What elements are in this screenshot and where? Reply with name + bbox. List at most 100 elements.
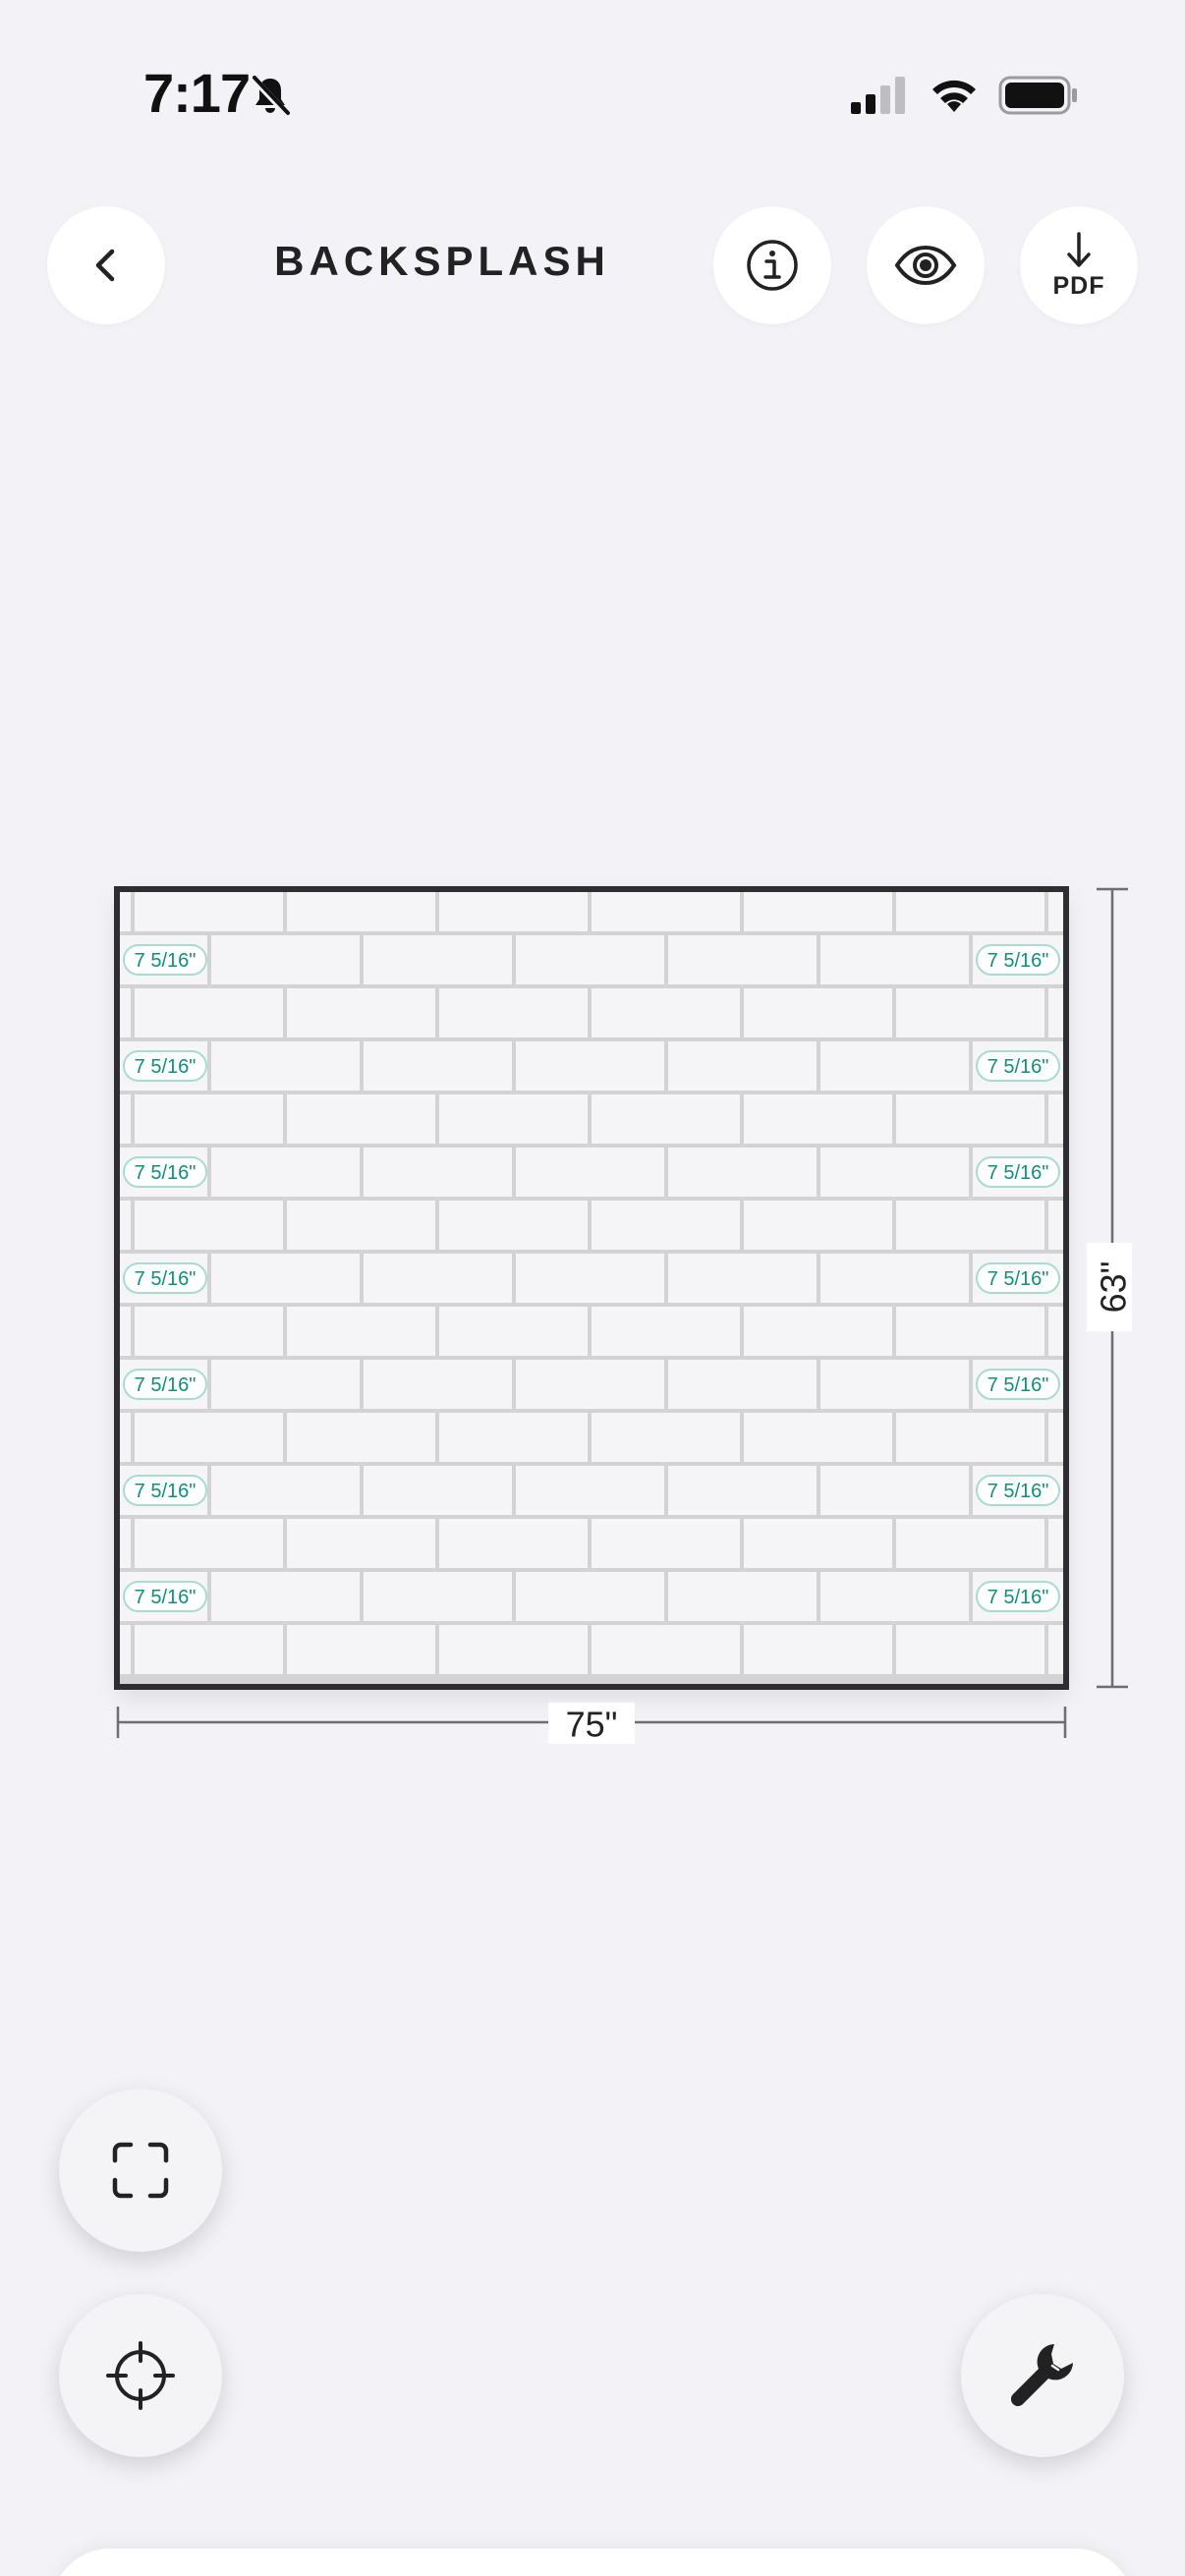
preview-button[interactable]	[867, 206, 985, 324]
svg-text:7 5/16": 7 5/16"	[988, 1056, 1049, 1078]
status-time: 7:17	[143, 62, 251, 124]
tile	[439, 1625, 588, 1674]
tile	[0, 1360, 55, 1409]
tile	[364, 1148, 512, 1197]
tile	[287, 988, 435, 1037]
tile	[668, 1148, 817, 1197]
tile	[744, 1519, 892, 1568]
tile	[364, 935, 512, 984]
tile	[896, 988, 1044, 1037]
info-circle-icon	[747, 240, 798, 291]
tile	[287, 1519, 435, 1568]
wrench-icon	[1010, 2344, 1073, 2407]
bottom-sheet-handle[interactable]	[51, 2548, 1134, 2576]
cut-label-right: 7 5/16"	[976, 1581, 1060, 1612]
tile	[287, 1307, 435, 1356]
tile	[211, 1254, 360, 1303]
tile	[516, 935, 664, 984]
svg-text:7 5/16": 7 5/16"	[135, 1374, 197, 1396]
tile	[135, 1625, 283, 1674]
svg-text:7 5/16": 7 5/16"	[135, 1587, 197, 1608]
recenter-button[interactable]	[59, 2294, 222, 2457]
tile	[287, 1094, 435, 1144]
tile	[516, 1148, 664, 1197]
tile	[1125, 1360, 1185, 1409]
svg-text:7 5/16": 7 5/16"	[988, 1587, 1049, 1608]
svg-text:7 5/16": 7 5/16"	[988, 1374, 1049, 1396]
tile	[592, 988, 740, 1037]
tile	[439, 1413, 588, 1462]
tile	[896, 1413, 1044, 1462]
tile	[896, 1307, 1044, 1356]
crosshair-icon	[106, 2341, 175, 2410]
svg-text:7 5/16": 7 5/16"	[988, 1162, 1049, 1184]
tile	[820, 1148, 969, 1197]
tile	[287, 1201, 435, 1250]
tile	[118, 890, 131, 931]
tile	[364, 1041, 512, 1091]
svg-text:7 5/16": 7 5/16"	[988, 1481, 1049, 1502]
eye-icon	[894, 245, 957, 286]
height-dimension: 63"	[1087, 887, 1134, 1689]
svg-text:7 5/16": 7 5/16"	[988, 1268, 1049, 1290]
tile	[211, 1041, 360, 1091]
cut-label-right: 7 5/16"	[976, 1262, 1060, 1294]
tile	[896, 1201, 1044, 1250]
tile	[118, 1519, 131, 1568]
tile	[439, 988, 588, 1037]
arrow-down-icon	[1067, 231, 1091, 267]
tile	[1125, 1041, 1185, 1091]
tile	[211, 1572, 360, 1621]
tile	[820, 1572, 969, 1621]
tile	[668, 935, 817, 984]
tile	[118, 988, 131, 1037]
tile	[364, 1254, 512, 1303]
tile	[668, 1041, 817, 1091]
backsplash-screen: 7:17 BACKSPLASH PDF 7 5/16" 7 5/16" 7 5/…	[0, 0, 1185, 2576]
tile	[744, 988, 892, 1037]
fit-screen-icon	[112, 2142, 169, 2199]
tile	[135, 1413, 283, 1462]
tile	[0, 1572, 55, 1621]
export-pdf-button[interactable]: PDF	[1020, 206, 1138, 324]
tile	[1125, 1148, 1185, 1197]
tile	[592, 1094, 740, 1144]
tile-layout-drawing[interactable]: 7 5/16" 7 5/16" 7 5/16" 7 5/16" 7 5/16" 7 5/1…	[0, 865, 1185, 1768]
cut-label-right: 7 5/16"	[976, 1369, 1060, 1400]
tile	[820, 1466, 969, 1515]
tile	[0, 1254, 55, 1303]
svg-text:7 5/16": 7 5/16"	[135, 1481, 197, 1502]
tile	[0, 1148, 55, 1197]
chevron-left-icon	[95, 249, 115, 282]
cut-label-left: 7 5/16"	[123, 1369, 207, 1400]
width-dimension: 75"	[116, 1703, 1067, 1745]
tile	[118, 1625, 131, 1674]
svg-text:7 5/16": 7 5/16"	[135, 1162, 197, 1184]
cut-label-left: 7 5/16"	[123, 1581, 207, 1612]
tile	[516, 1572, 664, 1621]
fit-to-screen-button[interactable]	[59, 2089, 222, 2252]
tile	[211, 1148, 360, 1197]
battery-full-icon	[998, 76, 1077, 115]
tile	[118, 1094, 131, 1144]
tile	[592, 1625, 740, 1674]
tools-button[interactable]	[961, 2294, 1124, 2457]
tile	[896, 1519, 1044, 1568]
height-label: 63"	[1094, 1261, 1134, 1314]
tile	[0, 1466, 55, 1515]
cut-label-left: 7 5/16"	[123, 1050, 207, 1082]
tile	[1125, 1572, 1185, 1621]
tile	[135, 1519, 283, 1568]
tile	[439, 1307, 588, 1356]
tile	[211, 1466, 360, 1515]
back-button[interactable]	[47, 206, 165, 324]
tile	[668, 1466, 817, 1515]
tile	[516, 1041, 664, 1091]
tile	[135, 988, 283, 1037]
tile	[118, 1201, 131, 1250]
wifi-icon	[932, 80, 976, 112]
info-button[interactable]	[713, 206, 831, 324]
bell-slash-icon	[251, 76, 290, 117]
tile	[516, 1360, 664, 1409]
tile	[516, 1466, 664, 1515]
